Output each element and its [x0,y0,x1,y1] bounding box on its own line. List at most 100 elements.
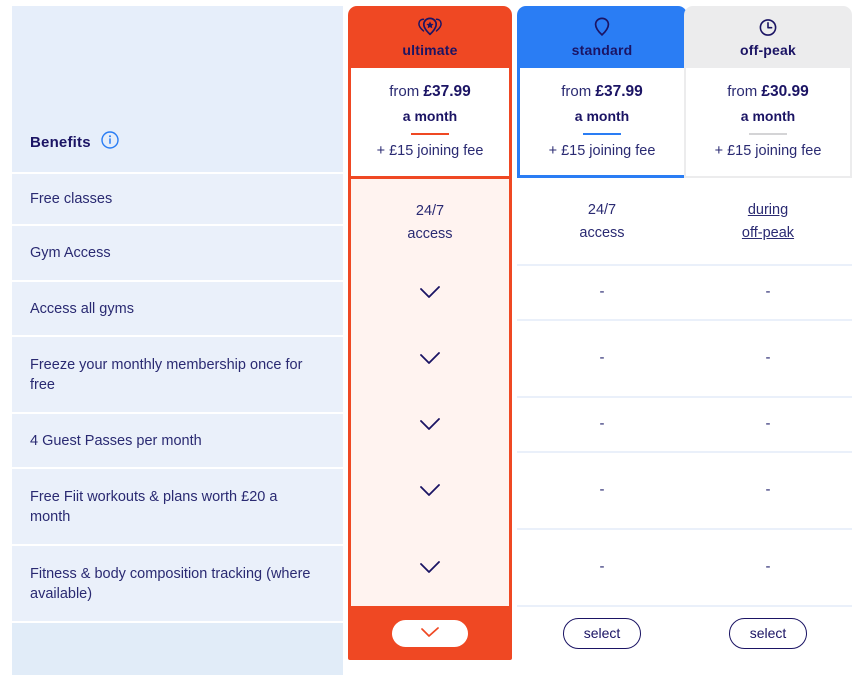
feature-cell: - [517,264,687,319]
price-divider [411,133,449,135]
joining-fee: + £15 joining fee [376,143,484,159]
feature-cell: - [684,319,852,396]
benefit-label: Gym Access [30,245,111,261]
benefit-label: Fitness & body composition tracking (whe… [30,565,311,602]
price-card-standard: from £37.99 a month + £15 joining fee [517,68,687,178]
joining-fee: + £15 joining fee [714,143,822,159]
price-line: from £30.99 [727,83,809,101]
price-period: a month [740,108,796,124]
price-divider [749,133,787,135]
benefit-label: Freeze your monthly membership once for … [30,356,303,393]
benefit-label: Free classes [30,191,113,207]
feature-cell: - [517,319,687,396]
access-line-2[interactable]: off-peak [742,223,794,243]
feature-dash: - [599,481,605,499]
price-amount: £37.99 [595,83,643,100]
pin-icon [592,17,612,39]
select-button-standard[interactable]: select [563,617,641,649]
benefit-label: 4 Guest Passes per month [30,432,202,449]
benefit-row-fitness-tracking: Fitness & body composition tracking (whe… [12,544,343,621]
feature-cell [351,452,509,529]
clock-icon [758,17,778,39]
price-line: from £37.99 [561,83,643,101]
plan-column-ultimate: ultimate from £37.99 a month + £15 joini… [348,6,512,660]
plan-column-standard: standard from £37.99 a month + £15 joini… [517,6,687,659]
feature-cell: - [684,451,852,528]
access-line-1[interactable]: during [748,200,788,220]
access-cell[interactable]: during off-peak [684,178,852,264]
access-cell: 24/7 access [517,178,687,264]
price-amount: £30.99 [761,83,809,100]
plan-body-offpeak: during off-peak - - - - - [684,178,852,605]
benefit-row-fiit-workouts: Free Fiit workouts & plans worth £20 a m… [12,467,343,544]
feature-dash: - [599,415,605,433]
access-line-1: 24/7 [415,202,445,219]
feature-cell: - [684,396,852,451]
select-button-offpeak[interactable]: select [729,617,807,649]
feature-cell: - [684,264,852,319]
feature-cell: - [517,396,687,451]
check-icon [420,560,440,573]
feature-dash: - [599,558,605,576]
access-cell: 24/7 access [351,179,509,265]
feature-cell: - [684,528,852,605]
feature-cell [351,529,509,606]
plan-name: ultimate [402,41,458,58]
feature-cell [351,320,509,397]
plan-header-offpeak: off-peak [684,6,852,68]
price-from-label: from [389,83,420,100]
feature-dash: - [765,481,771,499]
plan-footer-ultimate [348,606,512,660]
benefit-label: Access all gyms [30,300,134,317]
benefit-row-free-classes: Free classes [12,172,343,224]
benefit-row-access-all-gyms: Access all gyms [12,280,343,335]
price-amount: £37.99 [423,83,471,100]
plan-column-offpeak: off-peak from £30.99 a month + £15 joini… [684,6,852,659]
benefit-row-gym-access: Gym Access [12,224,343,280]
feature-dash: - [765,558,771,576]
benefit-label: Free Fiit workouts & plans worth £20 a m… [30,488,278,525]
access-line-1: 24/7 [587,201,617,218]
plan-name: standard [571,41,633,58]
check-icon [420,285,440,298]
feature-cell: - [517,528,687,605]
joining-fee: + £15 joining fee [548,143,656,159]
feature-cell [351,265,509,320]
plan-footer-standard: select [517,605,687,659]
access-line-2: access [407,225,453,242]
price-divider [583,133,621,135]
price-card-offpeak: from £30.99 a month + £15 joining fee [684,68,852,178]
benefit-row-freeze-membership: Freeze your monthly membership once for … [12,335,343,412]
benefits-column: Benefits Free classes Gym Access Access … [12,6,343,675]
plan-body-standard: 24/7 access - - - - - [517,178,687,605]
page-title: Benefits [30,134,91,151]
check-icon [420,351,440,364]
feature-dash: - [599,349,605,367]
price-card-ultimate: from £37.99 a month + £15 joining fee [348,68,512,176]
benefit-row-guest-passes: 4 Guest Passes per month [12,412,343,467]
plan-header-standard: standard [517,6,687,68]
pricing-comparison-table: Benefits Free classes Gym Access Access … [0,0,862,694]
plan-name: off-peak [739,41,797,58]
feature-dash: - [765,283,771,301]
feature-dash: - [765,349,771,367]
benefits-header: Benefits [12,6,343,172]
feature-cell [351,397,509,452]
check-icon [421,627,439,637]
plan-footer-offpeak: select [684,605,852,659]
access-line-2: access [579,224,625,241]
pins-star-icon [417,17,443,39]
info-icon[interactable] [101,131,119,154]
benefits-footer-spacer [12,621,343,675]
plan-body-ultimate: 24/7 access [348,176,512,606]
price-period: a month [574,108,630,124]
feature-cell: - [517,451,687,528]
feature-dash: - [765,415,771,433]
price-from-label: from [727,83,758,100]
price-period: a month [402,108,458,124]
price-from-label: from [561,83,592,100]
price-line: from £37.99 [389,83,471,101]
check-icon [420,483,440,496]
selected-plan-button[interactable] [392,619,468,647]
check-icon [420,417,440,430]
